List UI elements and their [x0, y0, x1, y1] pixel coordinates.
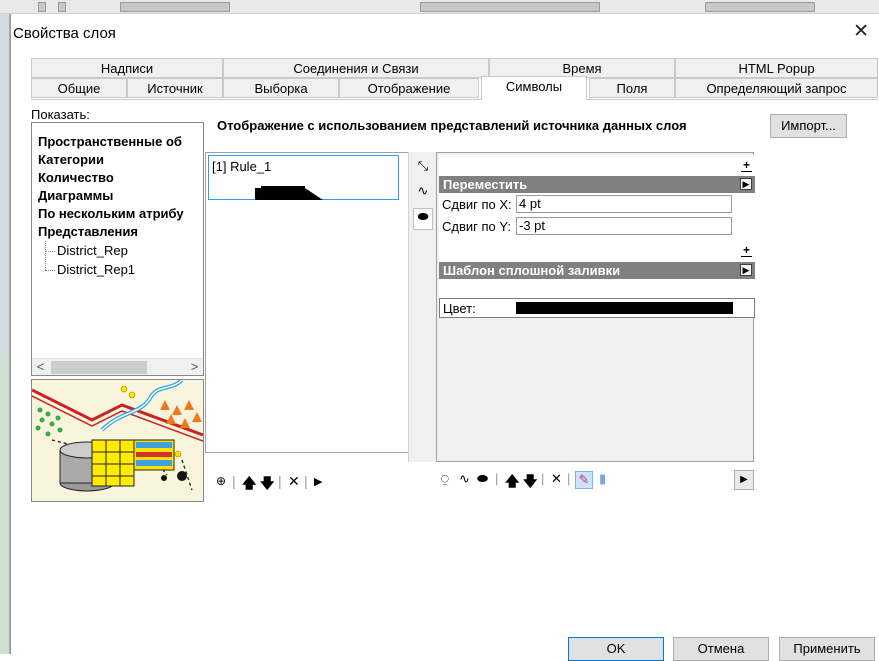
- move-down-icon[interactable]: 🡇: [260, 473, 274, 497]
- properties-grid: + Переместить ▶ Сдвиг по X: 4 pt Сдвиг п…: [439, 155, 755, 318]
- fill-color-label: Цвет:: [443, 301, 476, 316]
- tree-item-features[interactable]: Пространственные об: [38, 134, 182, 149]
- tree-item-district-rep[interactable]: District_Rep: [57, 243, 128, 258]
- tree-horizontal-scrollbar[interactable]: < >: [32, 358, 203, 375]
- move-up-icon[interactable]: 🡅: [505, 471, 519, 495]
- brush-icon[interactable]: ✎: [575, 471, 593, 489]
- move-effect-title: Переместить: [443, 177, 528, 192]
- close-icon[interactable]: ✕: [853, 20, 869, 43]
- add-stroke-layer-icon[interactable]: ∿: [459, 471, 470, 487]
- delete-icon[interactable]: ✕: [288, 473, 300, 490]
- add-rule-icon[interactable]: ⊕: [216, 474, 226, 488]
- expand-plus-icon[interactable]: +: [741, 159, 752, 172]
- tab-definition-query[interactable]: Определяющий запрос: [675, 78, 878, 98]
- show-label: Показать:: [31, 107, 90, 122]
- tab-selection[interactable]: Выборка: [223, 78, 339, 98]
- tab-symbology[interactable]: Символы: [481, 76, 587, 100]
- play-right-icon[interactable]: ▶: [314, 475, 322, 488]
- offset-x-input[interactable]: 4 pt: [516, 195, 732, 213]
- scroll-right-icon[interactable]: >: [186, 359, 203, 375]
- tab-source[interactable]: Источник: [127, 78, 223, 98]
- toolbar-group: [705, 2, 815, 12]
- scrollbar-thumb[interactable]: [51, 361, 147, 374]
- cancel-button[interactable]: Отмена: [673, 637, 769, 661]
- tab-fields[interactable]: Поля: [589, 78, 675, 98]
- toolbar-separator: |: [304, 473, 308, 489]
- toolbar-separator: |: [278, 473, 282, 489]
- tree-connector: [45, 251, 55, 252]
- toolbar-separator: |: [541, 471, 545, 486]
- toolbar-group: [420, 2, 600, 12]
- tab-divider: [31, 99, 878, 100]
- tab-general[interactable]: Общие: [31, 78, 127, 98]
- background-map-edge: [0, 14, 10, 654]
- fill-color-swatch[interactable]: [516, 302, 733, 314]
- play-right-icon[interactable]: ▶: [734, 470, 754, 490]
- tree-item-quantities[interactable]: Количество: [38, 170, 114, 185]
- tab-joins-relates[interactable]: Соединения и Связи: [223, 58, 489, 78]
- toolbar-icon: [38, 2, 46, 12]
- fill-layer-icon[interactable]: ⬬: [413, 208, 433, 230]
- add-marker-layer-icon[interactable]: ⍜: [441, 471, 449, 487]
- representation-preview-image: [31, 379, 204, 502]
- marker-layer-icon[interactable]: ⤡: [413, 158, 433, 180]
- move-effect-header: Переместить ▶: [439, 176, 755, 193]
- play-right-icon[interactable]: ▶: [740, 264, 752, 276]
- layer-properties-dialog: Свойства слоя ✕ Надписи Соединения и Свя…: [10, 14, 879, 661]
- offset-y-label: Сдвиг по Y:: [442, 219, 511, 234]
- tree-connector: [45, 270, 55, 271]
- background-toolbar: [0, 0, 879, 14]
- layer-type-toolbar: ⤡ ∿ ⬬: [408, 152, 436, 462]
- rule-symbol-preview: [255, 186, 323, 200]
- toolbar-separator: |: [567, 471, 571, 486]
- import-button[interactable]: Импорт...: [770, 114, 847, 138]
- stroke-layer-icon[interactable]: ∿: [413, 183, 433, 205]
- rule-label: [1] Rule_1: [212, 159, 272, 174]
- window-title: Свойства слоя: [13, 25, 116, 42]
- tree-item-charts[interactable]: Диаграммы: [38, 188, 113, 203]
- offset-y-input[interactable]: -3 pt: [516, 217, 732, 235]
- solid-fill-title: Шаблон сплошной заливки: [443, 263, 621, 278]
- tab-labels[interactable]: Надписи: [31, 58, 223, 78]
- symbol-properties-panel: + Переместить ▶ Сдвиг по X: 4 pt Сдвиг п…: [436, 152, 755, 462]
- tree-item-categories[interactable]: Категории: [38, 152, 104, 167]
- rule-item[interactable]: [1] Rule_1: [208, 155, 399, 200]
- add-fill-layer-icon[interactable]: ⬬: [477, 471, 488, 487]
- tree-item-representations[interactable]: Представления: [38, 224, 138, 239]
- expand-plus-icon[interactable]: +: [741, 244, 752, 257]
- tree-connector: [45, 241, 46, 270]
- tree-item-multiple-attributes[interactable]: По нескольким атрибу: [38, 206, 184, 221]
- preview-illustration: [32, 380, 203, 501]
- toolbar-icon: [58, 2, 66, 12]
- scroll-left-icon[interactable]: <: [32, 359, 49, 375]
- toolbar-separator: |: [495, 471, 499, 486]
- tab-time[interactable]: Время: [489, 58, 675, 78]
- move-up-icon[interactable]: 🡅: [242, 473, 256, 497]
- apply-button[interactable]: Применить: [779, 637, 875, 661]
- solid-fill-header: Шаблон сплошной заливки ▶: [439, 262, 755, 279]
- tab-html-popup[interactable]: HTML Popup: [675, 58, 878, 78]
- move-down-icon[interactable]: 🡇: [523, 471, 537, 495]
- toolbar-separator: |: [232, 473, 236, 489]
- tab-display[interactable]: Отображение: [339, 78, 479, 98]
- ok-button[interactable]: OK: [568, 637, 664, 661]
- tree-item-district-rep1[interactable]: District_Rep1: [57, 262, 135, 277]
- fill-color-row: Цвет:: [439, 298, 755, 318]
- offset-x-label: Сдвиг по X:: [442, 197, 512, 212]
- cylinder-icon[interactable]: ▮: [599, 471, 606, 487]
- show-tree[interactable]: Пространственные об Категории Количество…: [31, 122, 204, 376]
- rules-list[interactable]: [1] Rule_1: [205, 152, 412, 453]
- delete-icon[interactable]: ✕: [551, 471, 562, 487]
- play-right-icon[interactable]: ▶: [740, 178, 752, 190]
- representation-heading: Отображение с использованием представлен…: [217, 118, 687, 133]
- toolbar-dropdown: [120, 2, 230, 12]
